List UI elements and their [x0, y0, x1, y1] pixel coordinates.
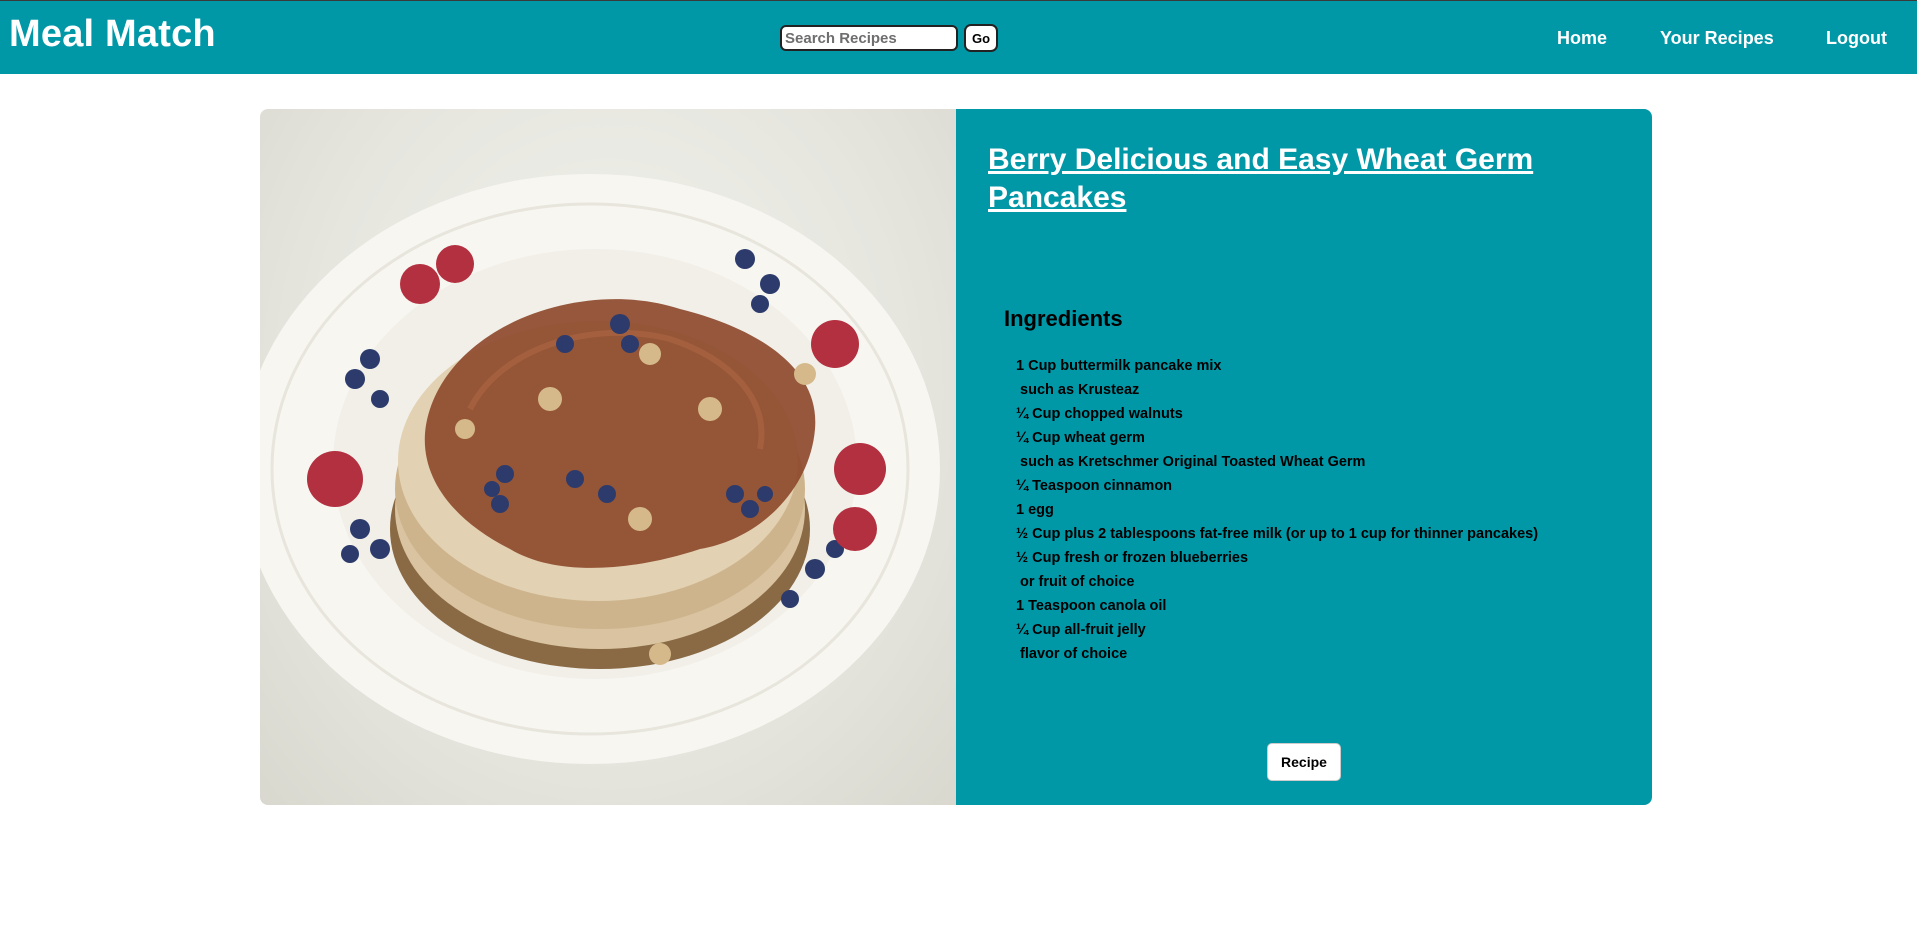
ingredients-list: 1 Cup buttermilk pancake mix such as Kru…: [1016, 354, 1538, 666]
pancake-plate-image: [260, 174, 940, 764]
ingredient-item: ½ Cup plus 2 tablespoons fat-free milk (…: [1016, 526, 1539, 542]
ingredient-item: ¼ Cup chopped walnuts: [1016, 406, 1183, 422]
app-logo[interactable]: Meal Match: [9, 13, 216, 56]
ingredient-item: ¼ Cup all-fruit jelly: [1016, 622, 1146, 638]
ingredient-item: such as Krusteaz: [1016, 382, 1140, 398]
search-input[interactable]: [780, 25, 958, 51]
nav-logout-link[interactable]: Logout: [1826, 28, 1887, 49]
nav-your-recipes-link[interactable]: Your Recipes: [1660, 28, 1774, 49]
view-recipe-button[interactable]: Recipe: [1267, 743, 1341, 781]
ingredient-item: such as Kretschmer Original Toasted Whea…: [1016, 454, 1366, 470]
ingredients-heading: Ingredients: [1004, 306, 1123, 331]
ingredient-item: 1 Cup buttermilk pancake mix: [1016, 358, 1222, 374]
ingredient-item: 1 Teaspoon canola oil: [1016, 598, 1167, 614]
ingredient-item: ½ Cup fresh or frozen blueberries: [1016, 550, 1249, 566]
recipe-title-link[interactable]: Berry Delicious and Easy Wheat Germ Panc…: [988, 141, 1608, 217]
ingredient-item: flavor of choice: [1016, 646, 1128, 662]
ingredient-item: ¼ Cup wheat germ: [1016, 430, 1145, 446]
recipe-info-panel: Berry Delicious and Easy Wheat Germ Panc…: [956, 109, 1652, 805]
search-go-button[interactable]: Go: [964, 24, 999, 52]
recipe-card: Berry Delicious and Easy Wheat Germ Panc…: [260, 109, 1652, 805]
nav-home-link[interactable]: Home: [1557, 28, 1607, 49]
top-navbar: Meal Match Go Home Your Recipes Logout: [0, 0, 1917, 74]
ingredient-item: ¼ Teaspoon cinnamon: [1016, 478, 1173, 494]
search-bar: Go: [780, 24, 999, 52]
ingredient-item: 1 egg: [1016, 502, 1054, 518]
ingredient-item: or fruit of choice: [1016, 574, 1135, 590]
recipe-photo: [260, 109, 956, 805]
